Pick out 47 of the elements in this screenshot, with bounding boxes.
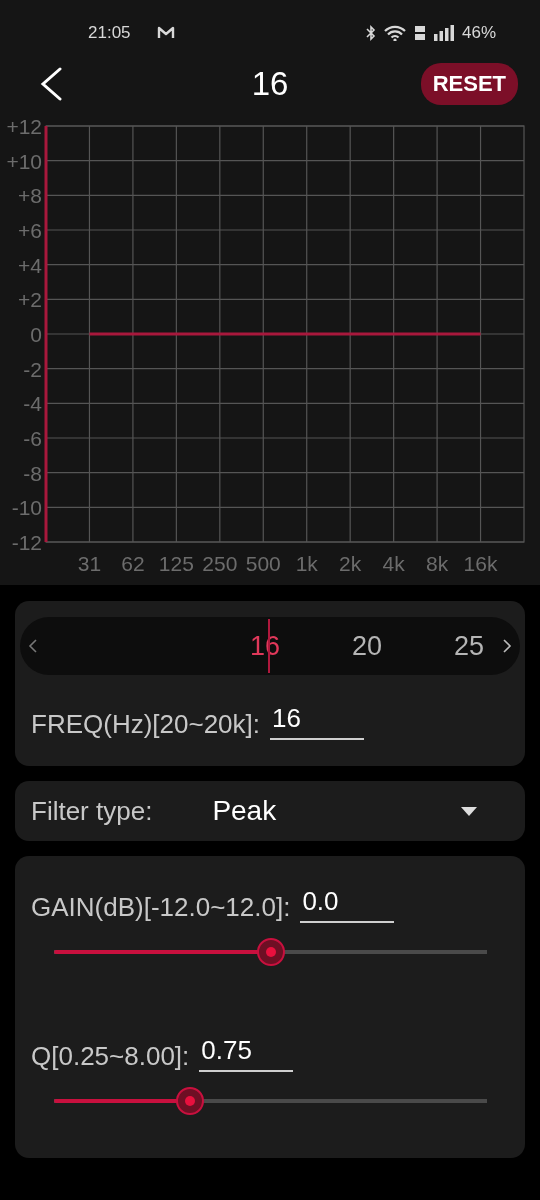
y-axis-label: -4 — [23, 392, 42, 416]
parameter-label: Q[0.25~8.00]: — [31, 1041, 190, 1072]
y-axis-label: 0 — [30, 323, 42, 346]
mail-icon — [156, 26, 175, 40]
parameter-input[interactable]: 0.75 — [199, 1035, 294, 1072]
y-axis-label: +8 — [18, 184, 42, 208]
y-axis-label: +10 — [6, 149, 42, 173]
freq-input[interactable]: 16 — [270, 703, 364, 740]
x-axis-label: 31 — [77, 552, 102, 575]
x-axis-label: 16k — [463, 552, 498, 575]
slider-thumb[interactable] — [256, 938, 285, 966]
freq-label: FREQ(Hz)[20~20k]: — [31, 709, 260, 740]
x-axis-label: 8k — [426, 552, 449, 575]
x-axis-label: 1k — [295, 552, 318, 575]
x-axis-label: 500 — [245, 552, 281, 575]
page-title: 16 — [251, 65, 289, 103]
filter-type-dropdown[interactable]: Peak — [212, 795, 461, 827]
x-axis-label: 125 — [158, 552, 194, 575]
reset-button[interactable]: RESET — [420, 63, 518, 105]
battery-percent: 46% — [461, 23, 496, 43]
bluetooth-icon — [365, 25, 376, 41]
y-axis-label: +2 — [18, 288, 42, 312]
x-axis-label: 62 — [121, 552, 145, 575]
x-axis-label: 2k — [339, 552, 362, 575]
y-axis-label: +4 — [18, 253, 42, 277]
frequency-option[interactable]: 20 — [316, 630, 418, 662]
status-time: 21:05 — [88, 23, 131, 43]
slider-thumb[interactable] — [176, 1087, 205, 1115]
y-axis-label: -8 — [23, 461, 42, 485]
parameter-label: GAIN(dB)[-12.0~12.0]: — [31, 892, 291, 923]
x-axis-label: 4k — [382, 552, 405, 575]
y-axis-label: +6 — [18, 219, 42, 242]
y-axis-label: +12 — [6, 115, 42, 138]
wifi-icon — [383, 25, 406, 41]
y-axis-label: -2 — [23, 357, 42, 381]
frequency-option[interactable]: 25 — [418, 630, 520, 662]
y-axis-label: -12 — [11, 531, 42, 554]
chevron-right-icon[interactable] — [502, 638, 512, 654]
y-axis-label: -6 — [23, 427, 42, 450]
back-icon[interactable] — [40, 67, 62, 101]
filter-label: Filter type: — [31, 795, 153, 827]
y-axis-label: -10 — [11, 496, 42, 520]
x-axis-label: 250 — [202, 552, 238, 575]
signal-icon — [433, 25, 454, 41]
dropdown-caret-icon[interactable] — [461, 806, 477, 816]
chevron-left-icon[interactable] — [28, 638, 38, 654]
parameter-input[interactable]: 0.0 — [300, 886, 395, 923]
